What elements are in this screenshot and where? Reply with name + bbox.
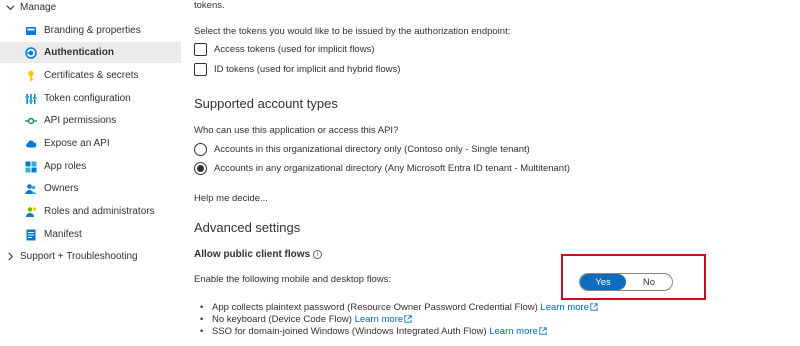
enable-flows-label: Enable the following mobile and desktop … — [194, 274, 391, 285]
id-tokens-label: ID tokens (used for implicit and hybrid … — [214, 64, 401, 75]
info-icon[interactable]: i — [313, 250, 323, 259]
multi-tenant-radio[interactable] — [194, 162, 207, 175]
flows-list: App collects plaintext password (Resourc… — [200, 302, 598, 338]
sidebar-item-roles-and-administrators[interactable]: Roles and administrators — [0, 201, 181, 222]
multi-tenant-label: Accounts in any organizational directory… — [214, 163, 570, 174]
sidebar-item-branding[interactable]: Branding & properties — [0, 20, 181, 41]
token-config-icon — [24, 92, 38, 106]
manage-group-header[interactable]: Manage — [0, 0, 181, 17]
tokens-prompt: Select the tokens you would like to be i… — [194, 26, 511, 37]
learn-more-link[interactable]: Learn more — [489, 326, 538, 337]
sidebar-item-expose-an-api[interactable]: Expose an API — [0, 133, 181, 154]
toggle-no[interactable]: No — [626, 274, 672, 290]
flow-text: SSO for domain-joined Windows (Windows I… — [212, 326, 487, 337]
public-client-flows-label: Allow public client flows i — [194, 249, 323, 260]
sidebar-item-certificates[interactable]: Certificates & secrets — [0, 65, 181, 86]
owners-icon — [24, 182, 38, 196]
single-tenant-label: Accounts in this organizational director… — [214, 144, 530, 155]
external-link-icon — [404, 315, 412, 323]
access-tokens-label: Access tokens (used for implicit flows) — [214, 44, 375, 55]
learn-more-link[interactable]: Learn more — [540, 302, 589, 313]
list-item: No keyboard (Device Code Flow) Learn mor… — [200, 314, 598, 326]
flow-text: App collects plaintext password (Resourc… — [212, 302, 538, 313]
sidebar-item-label: Roles and administrators — [44, 206, 155, 217]
sidebar: Manage Branding & properties Authenticat… — [0, 0, 181, 346]
branding-icon — [24, 24, 38, 38]
sidebar-item-label: Certificates & secrets — [44, 70, 139, 81]
sidebar-item-label: Manifest — [44, 229, 82, 240]
help-me-decide-link[interactable]: Help me decide... — [194, 193, 268, 204]
sidebar-item-label: Branding & properties — [44, 25, 141, 36]
toggle-yes[interactable]: Yes — [580, 274, 626, 290]
sidebar-item-label: API permissions — [44, 115, 117, 126]
sidebar-item-app-roles[interactable]: App roles — [0, 156, 181, 177]
chevron-down-icon — [0, 3, 20, 12]
key-icon — [24, 69, 38, 83]
sidebar-item-label: Authentication — [44, 47, 114, 58]
id-tokens-checkbox[interactable] — [194, 63, 207, 76]
support-group-header[interactable]: Support + Troubleshooting — [0, 246, 181, 266]
public-client-flows-text: Allow public client flows — [194, 249, 311, 260]
sidebar-item-owners[interactable]: Owners — [0, 178, 181, 199]
flow-text: No keyboard (Device Code Flow) — [212, 314, 352, 325]
account-question: Who can use this application or access t… — [194, 125, 399, 136]
sidebar-item-label: Owners — [44, 183, 79, 194]
sidebar-item-token-configuration[interactable]: Token configuration — [0, 88, 181, 109]
roles-admins-icon — [24, 205, 38, 219]
main-content: tokens. Select the tokens you would like… — [194, 0, 800, 346]
manifest-icon — [24, 228, 38, 242]
single-tenant-radio[interactable] — [194, 143, 207, 156]
single-tenant-option: Accounts in this organizational director… — [194, 143, 530, 156]
public-client-flows-toggle[interactable]: Yes No — [579, 273, 673, 291]
sidebar-item-authentication[interactable]: Authentication — [0, 42, 181, 63]
list-item: App collects plaintext password (Resourc… — [200, 302, 598, 314]
list-item: SSO for domain-joined Windows (Windows I… — [200, 326, 598, 338]
sidebar-item-label: Expose an API — [44, 138, 110, 149]
cloud-icon — [24, 137, 38, 151]
support-label: Support + Troubleshooting — [20, 250, 138, 262]
chevron-right-icon — [0, 252, 20, 261]
external-link-icon — [539, 327, 547, 335]
sidebar-item-manifest[interactable]: Manifest — [0, 224, 181, 245]
multi-tenant-option: Accounts in any organizational directory… — [194, 162, 570, 175]
sidebar-item-label: Token configuration — [44, 93, 131, 104]
manage-label: Manage — [20, 1, 57, 13]
access-tokens-checkbox[interactable] — [194, 43, 207, 56]
authentication-icon — [24, 46, 38, 60]
tokens-link[interactable]: tokens. — [194, 0, 225, 11]
learn-more-link[interactable]: Learn more — [355, 314, 404, 325]
sidebar-item-label: App roles — [44, 161, 87, 172]
access-tokens-option: Access tokens (used for implicit flows) — [194, 43, 375, 56]
id-tokens-option: ID tokens (used for implicit and hybrid … — [194, 63, 400, 76]
advanced-settings-heading: Advanced settings — [194, 220, 301, 235]
app-roles-icon — [24, 160, 38, 174]
api-permissions-icon — [24, 114, 38, 128]
account-types-heading: Supported account types — [194, 96, 338, 111]
external-link-icon — [590, 303, 598, 311]
sidebar-item-api-permissions[interactable]: API permissions — [0, 110, 181, 131]
